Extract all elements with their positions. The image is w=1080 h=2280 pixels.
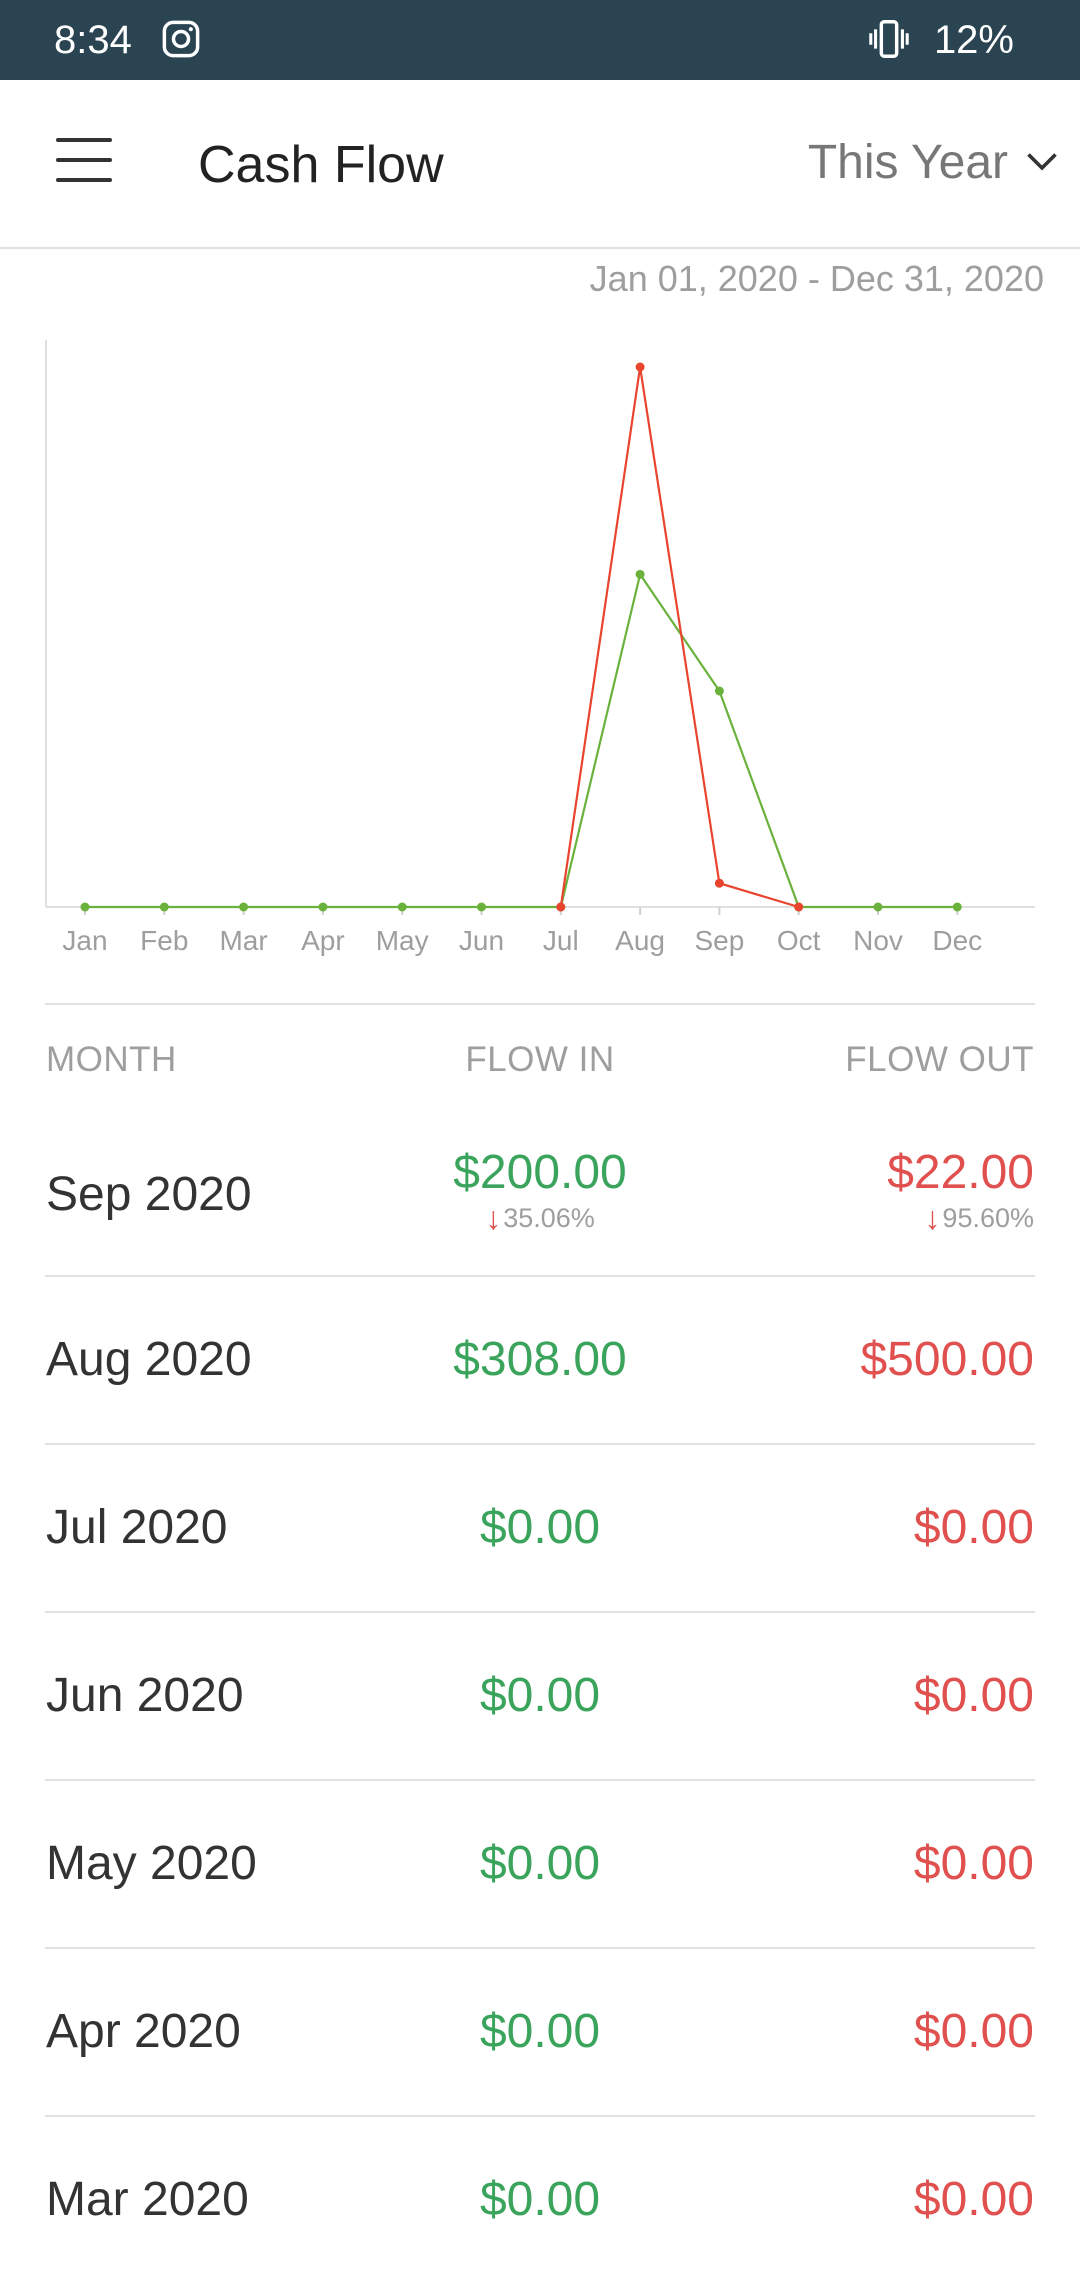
status-bar: 8:34 12% — [0, 0, 1080, 80]
table-row[interactable]: Sep 2020 $200.00 ↓ 35.06% $22.00 ↓ 95.60… — [0, 1115, 1080, 1277]
row-month: Aug 2020 — [46, 1333, 252, 1386]
divider — [45, 1003, 1035, 1005]
table-row[interactable]: Mar 2020 $0.00 $0.00 — [0, 2117, 1080, 2280]
app-bar: Cash Flow This Year — [0, 80, 1080, 249]
x-tick-label: Jul — [543, 925, 579, 956]
table-row[interactable]: Jul 2020 $0.00 $0.00 — [0, 1445, 1080, 1613]
flow-out-value: $0.00 — [913, 2173, 1034, 2226]
flow-out-value: $0.00 — [913, 2005, 1034, 2058]
vibrate-icon — [869, 20, 909, 58]
x-tick-label: Sep — [694, 925, 744, 956]
flow-in-change: ↓ 35.06% — [390, 1200, 690, 1237]
x-tick-label: Mar — [219, 925, 267, 956]
row-flow-out: $22.00 ↓ 95.60% — [887, 1145, 1034, 1237]
column-header-flow-out: FLOW OUT — [845, 1040, 1034, 1079]
line-chart: Jan Feb Mar Apr May Jun Jul Aug Sep Oct Nov Dec — [45, 340, 1035, 956]
arrow-down-icon: ↓ — [485, 1200, 502, 1236]
page-title: Cash Flow — [198, 136, 444, 194]
row-month: Apr 2020 — [46, 2005, 241, 2058]
data-point-1-apr — [318, 902, 328, 912]
row-month: May 2020 — [46, 1837, 257, 1890]
flow-out-change: ↓ 95.60% — [887, 1200, 1034, 1237]
flow-in-value: $0.00 — [479, 1501, 601, 1554]
flow-in-value: $0.00 — [479, 1837, 601, 1890]
x-tick-label: Nov — [853, 925, 903, 956]
battery-level: 12% — [933, 18, 1014, 62]
data-point-1-jan — [80, 902, 90, 912]
table-row[interactable]: Jun 2020 $0.00 $0.00 — [0, 1613, 1080, 1781]
x-tick-label: Dec — [932, 925, 982, 956]
row-flow-in: $200.00 ↓ 35.06% — [390, 1145, 690, 1237]
row-month: Jul 2020 — [46, 1501, 228, 1554]
table-row[interactable]: May 2020 $0.00 $0.00 — [0, 1781, 1080, 1949]
table-row[interactable]: Apr 2020 $0.00 $0.00 — [0, 1949, 1080, 2117]
row-month: Sep 2020 — [46, 1168, 252, 1221]
column-header-month: MONTH — [46, 1040, 177, 1079]
chevron-down-icon — [1027, 153, 1057, 171]
x-tick-label: Jun — [459, 925, 504, 956]
x-tick-label: Feb — [140, 925, 188, 956]
x-tick-label: Oct — [777, 925, 821, 956]
flow-out-change-value: 95.60% — [942, 1203, 1034, 1233]
flow-in-change-value: 35.06% — [503, 1203, 595, 1233]
flow-out-value: $0.00 — [913, 1669, 1034, 1722]
table-header: MONTH FLOW IN FLOW OUT — [0, 1030, 1080, 1090]
menu-button[interactable] — [46, 122, 122, 198]
data-point-2-sep — [714, 878, 724, 888]
flow-out-value: $22.00 — [887, 1146, 1034, 1199]
x-tick-label: Aug — [615, 925, 665, 956]
flow-in-value: $200.00 — [453, 1146, 627, 1199]
data-point-1-may — [397, 902, 407, 912]
flow-out-value: $0.00 — [913, 1501, 1034, 1554]
flow-in-value: $0.00 — [479, 2005, 601, 2058]
flow-out-value: $0.00 — [913, 1837, 1034, 1890]
series-line-1 — [85, 571, 958, 909]
data-point-1-mar — [239, 902, 249, 912]
column-header-flow-in: FLOW IN — [465, 1040, 615, 1079]
data-point-1-feb — [159, 902, 169, 912]
period-dropdown[interactable]: This Year — [808, 130, 1060, 194]
series-line-2 — [559, 366, 800, 909]
flow-in-value: $0.00 — [479, 1669, 601, 1722]
x-tick-label: Jan — [62, 925, 107, 956]
instagram-icon — [162, 20, 200, 58]
status-time: 8:34 — [54, 18, 132, 62]
date-range: Jan 01, 2020 - Dec 31, 2020 — [589, 258, 1044, 299]
row-month: Jun 2020 — [46, 1669, 244, 1722]
table-row[interactable]: Aug 2020 $308.00 $500.00 — [0, 1277, 1080, 1445]
data-point-1-sep — [714, 686, 724, 696]
flow-in-value: $0.00 — [479, 2173, 601, 2226]
cash-flow-chart: Jan Feb Mar Apr May Jun Jul Aug Sep Oct Nov Dec — [0, 320, 1080, 980]
data-point-2-jul — [556, 902, 566, 912]
x-tick-label: Apr — [301, 925, 345, 956]
x-tick-label: May — [376, 925, 429, 956]
flow-out-value: $500.00 — [860, 1333, 1034, 1386]
row-month: Mar 2020 — [46, 2173, 249, 2226]
data-point-1-aug — [635, 569, 645, 579]
data-point-2-oct — [794, 902, 804, 912]
arrow-down-icon: ↓ — [924, 1200, 941, 1236]
data-point-1-nov — [873, 902, 883, 912]
data-point-1-dec — [952, 902, 962, 912]
flow-in-value: $308.00 — [453, 1333, 627, 1386]
data-point-1-jun — [477, 902, 486, 912]
period-label: This Year — [807, 135, 1008, 189]
data-point-2-aug — [635, 362, 645, 372]
